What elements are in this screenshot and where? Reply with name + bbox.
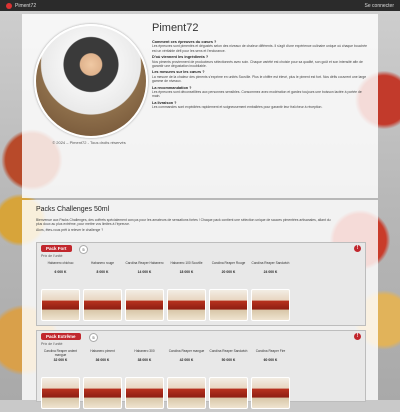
product-card[interactable]: Carolina Reaper Habanero 14 000 K: [125, 261, 164, 288]
product-card[interactable]: Habanero 100 Scoville 18 000 K: [167, 261, 206, 288]
product-card[interactable]: Carolina Reaper Sandwich 24 000 K: [251, 261, 290, 288]
packs-intro: Bienvenue aux Packs Challenges, des coff…: [36, 218, 336, 233]
pack-thumbnails: [37, 288, 365, 324]
product-name: Habanero rouge: [90, 261, 115, 265]
section-text: Les commandes sont expédiées rapidement …: [152, 105, 323, 110]
product-price: 60 000 K: [263, 358, 278, 362]
product-price: 50 000 K: [221, 358, 236, 362]
pack-count-badge: 5: [89, 333, 98, 342]
pack-header: Pack Fort 5 !: [37, 243, 365, 254]
section-text: Les épreuves sont déconseillées aux pers…: [152, 90, 362, 99]
product-card[interactable]: Habanero chichuo 6 000 K: [41, 261, 80, 288]
sauce-thumbnail[interactable]: [167, 377, 206, 409]
product-price: 42 000 K: [179, 358, 194, 362]
info-icon[interactable]: !: [354, 245, 361, 252]
product-card[interactable]: Carolina Reaper Sandwich 50 000 K: [209, 349, 248, 376]
product-card[interactable]: Carolina Reaper Fire 60 000 K: [251, 349, 290, 376]
sauce-thumbnail[interactable]: [41, 289, 80, 321]
product-card[interactable]: Carolina Reaper mangue 42 000 K: [167, 349, 206, 376]
sauce-thumbnail[interactable]: [209, 377, 248, 409]
pack-fort-button[interactable]: Pack Fort: [41, 245, 72, 252]
pack-thumbnails: [37, 376, 365, 412]
brand[interactable]: Piment72: [6, 2, 37, 9]
product-name: Carolina Reaper Sandwich: [209, 349, 248, 353]
page-title: Piment72: [152, 22, 199, 34]
product-name: Carolina Reaper Habanero: [125, 261, 164, 265]
photo-caption: © 2024 – Piment72 - Tous droits réservés: [52, 140, 126, 145]
packs-title: Packs Challenges 50ml: [36, 206, 110, 213]
product-price: 24 000 K: [263, 270, 278, 274]
pack-fort: Pack Fort 5 ! Prix de l'unité Habanero c…: [36, 242, 366, 326]
section-text: La mesure de la chaleur des piments s'ex…: [152, 74, 367, 84]
sauce-thumbnail[interactable]: [167, 289, 206, 321]
login-link[interactable]: Se connecter: [365, 3, 394, 9]
section-text: Les épreuves sont pimentés et dégustés s…: [152, 44, 367, 53]
logo-icon: [6, 2, 12, 9]
sauce-thumbnail[interactable]: [251, 377, 290, 409]
pack-items: Carolina Reaper ardent mangue 32 000 K Ha…: [37, 348, 365, 376]
product-name: Carolina Reaper Sandwich: [251, 261, 290, 265]
chef-photo: [34, 24, 148, 138]
sauce-thumbnail[interactable]: [83, 377, 122, 409]
pack-header: Pack Extrême 5 !: [37, 331, 365, 342]
product-card[interactable]: Carolina Reaper Rouge 20 000 K: [209, 261, 248, 288]
sauce-thumbnail[interactable]: [209, 289, 248, 321]
product-name: Habanero chichuo: [47, 261, 74, 265]
description: Comment ces épreuves du cœurs ? Les épre…: [152, 38, 370, 111]
packs-intro-question: Alors, êtes-vous prêt à relever le chall…: [36, 228, 104, 233]
pack-extreme-button[interactable]: Pack Extrême: [41, 333, 81, 340]
product-price: 8 000 K: [96, 270, 109, 274]
sauce-thumbnail[interactable]: [41, 377, 80, 409]
product-price: 14 000 K: [137, 270, 152, 274]
packs-intro-text: Bienvenue aux Packs Challenges, des coff…: [36, 218, 331, 227]
product-card[interactable]: Habanero 300 38 000 K: [125, 349, 164, 376]
product-name: Carolina Reaper ardent mangue: [43, 349, 78, 357]
product-name: Carolina Reaper Rouge: [211, 261, 246, 265]
info-icon[interactable]: !: [354, 333, 361, 340]
packs-panel: Packs Challenges 50ml Bienvenue aux Pack…: [22, 200, 378, 409]
sauce-thumbnail[interactable]: [83, 289, 122, 321]
site-name: Piment72: [15, 2, 37, 9]
section-text: Nos piments proviennent de producteurs s…: [152, 59, 363, 69]
pack-extreme: Pack Extrême 5 ! Prix de l'unité Carolin…: [36, 330, 366, 409]
sauce-thumbnail[interactable]: [125, 377, 164, 409]
sauce-thumbnail[interactable]: [251, 289, 290, 321]
product-name: Habanero piment: [90, 349, 115, 353]
product-card[interactable]: Carolina Reaper ardent mangue 32 000 K: [41, 349, 80, 376]
pack-count-badge: 5: [79, 245, 88, 254]
sauce-thumbnail[interactable]: [125, 289, 164, 321]
product-card[interactable]: Habanero piment 36 000 K: [83, 349, 122, 376]
product-name: Habanero 100 Scoville: [170, 261, 203, 265]
top-bar: Piment72 Se connecter: [0, 0, 400, 11]
product-price: 36 000 K: [95, 358, 110, 362]
product-name: Habanero 300: [134, 349, 155, 353]
product-name: Carolina Reaper Fire: [255, 349, 286, 353]
product-card[interactable]: Habanero rouge 8 000 K: [83, 261, 122, 288]
profile-panel: © 2024 – Piment72 - Tous droits réservés…: [22, 14, 378, 198]
product-price: 6 000 K: [54, 270, 67, 274]
product-price: 18 000 K: [179, 270, 194, 274]
product-price: 32 000 K: [53, 358, 68, 362]
product-price: 38 000 K: [137, 358, 152, 362]
pack-items: Habanero chichuo 6 000 K Habanero rouge 8 …: [37, 260, 365, 288]
product-name: Carolina Reaper mangue: [168, 349, 205, 353]
product-price: 20 000 K: [221, 270, 236, 274]
